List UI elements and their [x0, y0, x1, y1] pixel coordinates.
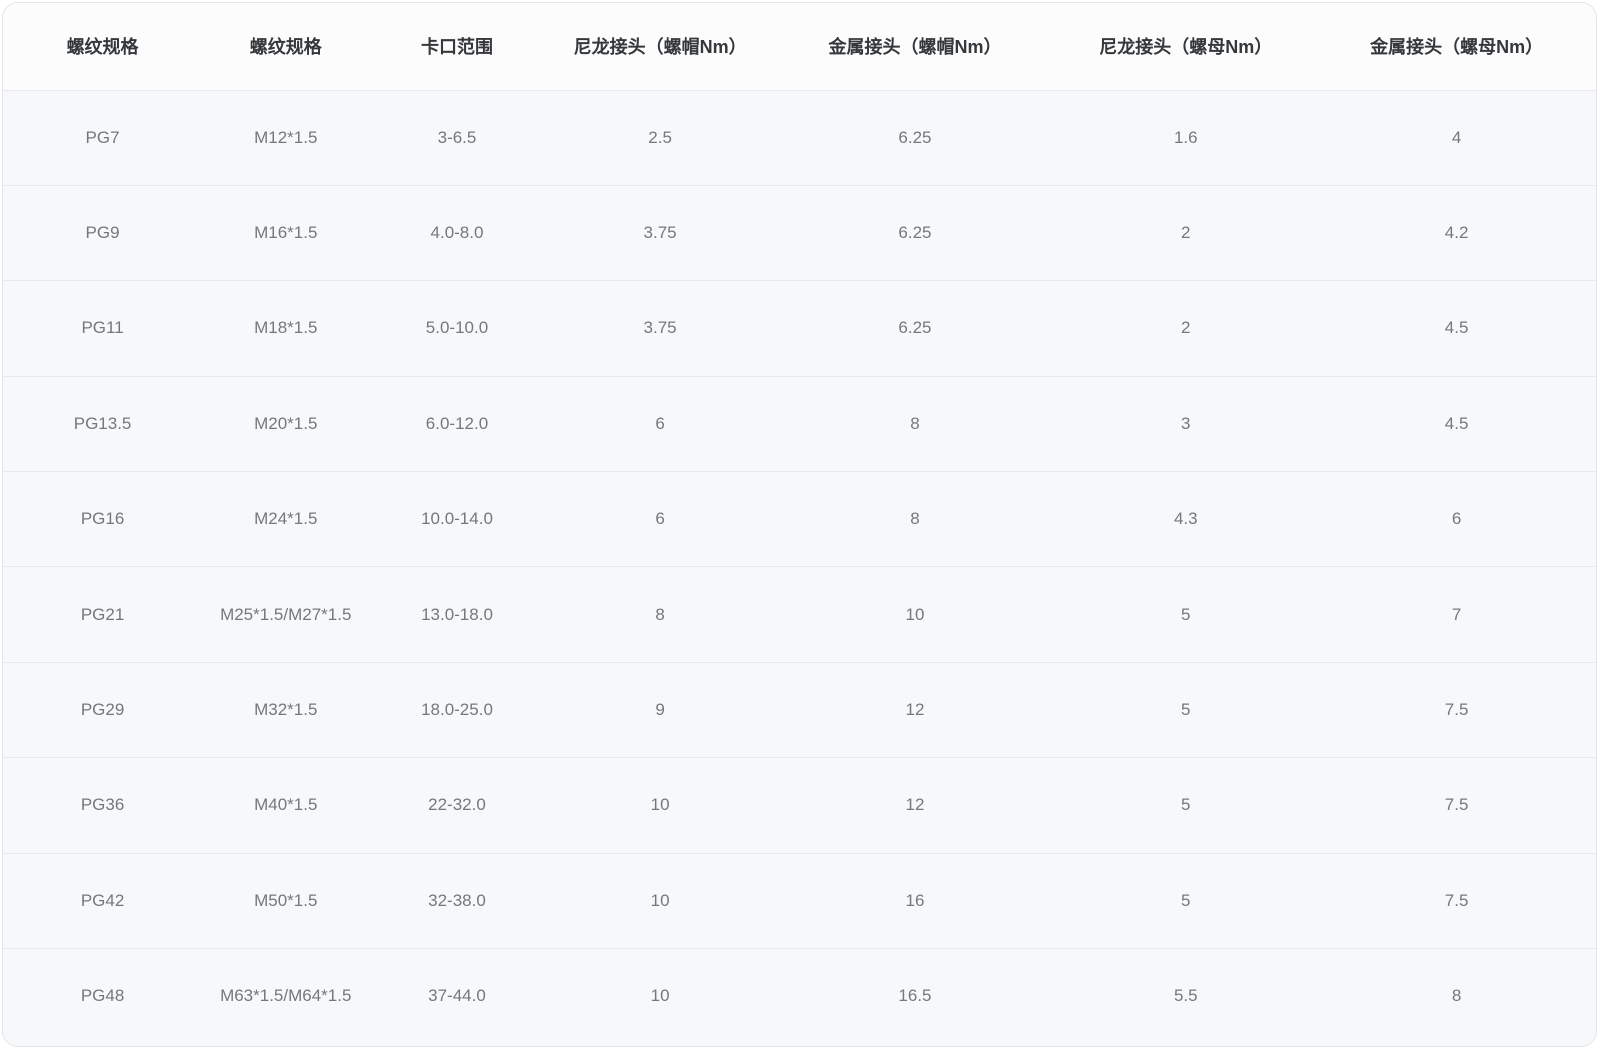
table-cell: 4.0-8.0: [369, 185, 544, 280]
table-cell: PG11: [3, 281, 202, 376]
table-cell: M24*1.5: [202, 472, 369, 567]
table-cell: 5: [1054, 853, 1317, 948]
table-cell: 8: [545, 567, 776, 662]
table-cell: 5.5: [1054, 949, 1317, 1044]
table-cell: 3.75: [545, 185, 776, 280]
table-cell: PG36: [3, 758, 202, 853]
column-header-7: 金属接头（螺母Nm）: [1317, 3, 1596, 90]
table-cell: 37-44.0: [369, 949, 544, 1044]
table-cell: PG7: [3, 90, 202, 185]
table-cell: 4.5: [1317, 281, 1596, 376]
table-cell: 6: [1317, 472, 1596, 567]
table-cell: 6.25: [776, 185, 1055, 280]
torque-spec-table-card: 螺纹规格螺纹规格卡口范围尼龙接头（螺帽Nm）金属接头（螺帽Nm）尼龙接头（螺母N…: [2, 2, 1597, 1047]
table-cell: 2.5: [545, 90, 776, 185]
table-cell: 7: [1317, 567, 1596, 662]
table-cell: 9: [545, 662, 776, 757]
table-cell: 13.0-18.0: [369, 567, 544, 662]
table-cell: 18.0-25.0: [369, 662, 544, 757]
table-cell: 10: [545, 853, 776, 948]
table-row: PG42M50*1.532-38.0101657.5: [3, 853, 1596, 948]
column-header-2: 螺纹规格: [202, 3, 369, 90]
table-cell: 5: [1054, 758, 1317, 853]
column-header-3: 卡口范围: [369, 3, 544, 90]
table-row: PG9M16*1.54.0-8.03.756.2524.2: [3, 185, 1596, 280]
table-cell: M20*1.5: [202, 376, 369, 471]
table-cell: M25*1.5/M27*1.5: [202, 567, 369, 662]
table-cell: 4.5: [1317, 376, 1596, 471]
table-cell: 7.5: [1317, 758, 1596, 853]
table-cell: 4.2: [1317, 185, 1596, 280]
table-cell: 5: [1054, 567, 1317, 662]
column-header-1: 螺纹规格: [3, 3, 202, 90]
table-row: PG48M63*1.5/M64*1.537-44.01016.55.58: [3, 949, 1596, 1044]
table-cell: 5.0-10.0: [369, 281, 544, 376]
column-header-5: 金属接头（螺帽Nm）: [776, 3, 1055, 90]
table-cell: 32-38.0: [369, 853, 544, 948]
table-cell: 10.0-14.0: [369, 472, 544, 567]
table-cell: 6.25: [776, 90, 1055, 185]
table-cell: PG21: [3, 567, 202, 662]
table-cell: 12: [776, 662, 1055, 757]
table-row: PG21M25*1.5/M27*1.513.0-18.081057: [3, 567, 1596, 662]
table-row: PG29M32*1.518.0-25.091257.5: [3, 662, 1596, 757]
table-cell: M40*1.5: [202, 758, 369, 853]
table-cell: 2: [1054, 185, 1317, 280]
table-cell: 2: [1054, 281, 1317, 376]
table-cell: M32*1.5: [202, 662, 369, 757]
table-row: PG16M24*1.510.0-14.0684.36: [3, 472, 1596, 567]
table-cell: PG29: [3, 662, 202, 757]
table-cell: 10: [545, 949, 776, 1044]
table-cell: PG16: [3, 472, 202, 567]
table-cell: PG42: [3, 853, 202, 948]
table-cell: 5: [1054, 662, 1317, 757]
table-cell: PG48: [3, 949, 202, 1044]
table-cell: M18*1.5: [202, 281, 369, 376]
table-body: PG7M12*1.53-6.52.56.251.64PG9M16*1.54.0-…: [3, 90, 1596, 1044]
table-cell: 10: [545, 758, 776, 853]
table-cell: PG13.5: [3, 376, 202, 471]
table-cell: 8: [776, 376, 1055, 471]
table-cell: 7.5: [1317, 853, 1596, 948]
table-cell: PG9: [3, 185, 202, 280]
table-header: 螺纹规格螺纹规格卡口范围尼龙接头（螺帽Nm）金属接头（螺帽Nm）尼龙接头（螺母N…: [3, 3, 1596, 90]
table-cell: M16*1.5: [202, 185, 369, 280]
column-header-6: 尼龙接头（螺母Nm）: [1054, 3, 1317, 90]
table-cell: 3.75: [545, 281, 776, 376]
table-cell: 10: [776, 567, 1055, 662]
table-row: PG7M12*1.53-6.52.56.251.64: [3, 90, 1596, 185]
table-cell: 16.5: [776, 949, 1055, 1044]
table-cell: 8: [776, 472, 1055, 567]
column-header-4: 尼龙接头（螺帽Nm）: [545, 3, 776, 90]
table-cell: 3-6.5: [369, 90, 544, 185]
table-cell: 12: [776, 758, 1055, 853]
table-cell: M50*1.5: [202, 853, 369, 948]
header-row: 螺纹规格螺纹规格卡口范围尼龙接头（螺帽Nm）金属接头（螺帽Nm）尼龙接头（螺母N…: [3, 3, 1596, 90]
table-cell: 22-32.0: [369, 758, 544, 853]
table-cell: 7.5: [1317, 662, 1596, 757]
table-cell: M12*1.5: [202, 90, 369, 185]
table-row: PG11M18*1.55.0-10.03.756.2524.5: [3, 281, 1596, 376]
table-cell: 3: [1054, 376, 1317, 471]
table-cell: 6: [545, 376, 776, 471]
table-cell: 4: [1317, 90, 1596, 185]
table-cell: 6: [545, 472, 776, 567]
table-cell: 16: [776, 853, 1055, 948]
table-cell: 4.3: [1054, 472, 1317, 567]
table-row: PG13.5M20*1.56.0-12.06834.5: [3, 376, 1596, 471]
table-cell: 6.25: [776, 281, 1055, 376]
table-cell: 6.0-12.0: [369, 376, 544, 471]
table-cell: 1.6: [1054, 90, 1317, 185]
table-row: PG36M40*1.522-32.0101257.5: [3, 758, 1596, 853]
torque-spec-table: 螺纹规格螺纹规格卡口范围尼龙接头（螺帽Nm）金属接头（螺帽Nm）尼龙接头（螺母N…: [3, 3, 1596, 1044]
table-cell: 8: [1317, 949, 1596, 1044]
table-cell: M63*1.5/M64*1.5: [202, 949, 369, 1044]
